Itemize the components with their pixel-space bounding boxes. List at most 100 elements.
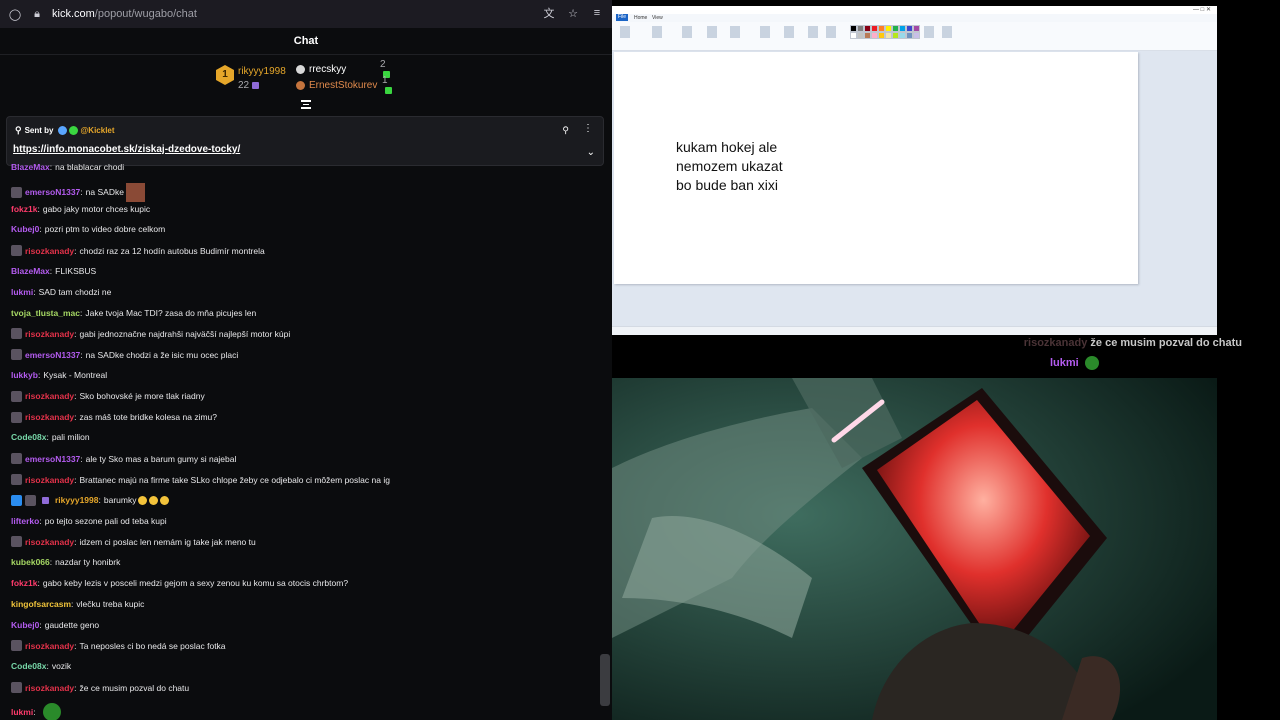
message-username[interactable]: tvoja_tlusta_mac [11, 308, 80, 318]
message-username[interactable]: risozkanady [25, 641, 74, 651]
message-username[interactable]: risozkanady [25, 246, 74, 256]
chat-message[interactable]: risozkanady: gabi jednoznačne najdrahši n… [11, 328, 290, 340]
message-username[interactable]: BlazeMax [11, 266, 50, 276]
bookmark-star-icon[interactable]: ☆ [566, 6, 580, 20]
paint-tool-icon[interactable] [682, 26, 692, 38]
paint-tool-icon[interactable] [620, 26, 630, 38]
message-username[interactable]: fokz1k [11, 578, 37, 588]
message-username[interactable]: kingofsarcasm [11, 599, 71, 609]
color-swatch[interactable] [857, 25, 864, 32]
message-username[interactable]: Kubej0 [11, 224, 39, 234]
paint-tool-icon[interactable] [707, 26, 717, 38]
message-username[interactable]: BlazeMax [11, 162, 50, 172]
color-swatch[interactable] [892, 25, 899, 32]
message-username[interactable]: lukkyb [11, 370, 38, 380]
message-username[interactable]: risozkanady [25, 537, 74, 547]
chat-message[interactable]: Code08x: vozik [11, 661, 71, 671]
color-swatch[interactable] [878, 25, 885, 32]
chat-message[interactable]: kingofsarcasm: vlečku treba kupic [11, 599, 144, 609]
color-swatch[interactable] [864, 25, 871, 32]
paint-tool-icon[interactable] [784, 26, 794, 38]
chat-message[interactable]: risozkanady: zas máš tote bridke kolesa n… [11, 411, 217, 423]
translate-icon[interactable]: 文 [542, 6, 556, 20]
message-username[interactable]: Code08x [11, 432, 46, 442]
chat-message[interactable]: risozkanady: Ta neposles ci bo nedá se po… [11, 640, 226, 652]
color-swatch[interactable] [864, 32, 871, 39]
chat-message[interactable]: emersoN1337: na SADke chodzi a že isic mu… [11, 349, 238, 361]
color-swatch[interactable] [899, 32, 906, 39]
chat-message[interactable]: Kubej0: pozri ptm to video dobre celkom [11, 224, 165, 234]
unpin-icon[interactable]: ⚲ [562, 125, 569, 136]
chat-message[interactable]: risozkanady: chodzi raz za 12 hodín autob… [11, 245, 265, 257]
message-username[interactable]: Code08x [11, 661, 46, 671]
chat-message[interactable]: fokz1k: gabo keby lezis v posceli medzi g… [11, 578, 348, 588]
color-swatch[interactable] [871, 32, 878, 39]
paint-tool-icon[interactable] [730, 26, 740, 38]
chat-message[interactable]: lukmi: [11, 702, 61, 720]
chat-message[interactable]: risozkanady: že ce musim pozval do chatu [11, 682, 189, 693]
color-swatch[interactable] [871, 25, 878, 32]
chat-message[interactable]: BlazeMax: FLIKSBUS [11, 266, 96, 276]
chat-message[interactable]: BlazeMax: na blablacar chodi [11, 162, 124, 172]
leaderboard-second[interactable]: rrecskyy 2 [296, 59, 390, 79]
chat-message[interactable]: lukkyb: Kysak - Montreal [11, 370, 107, 380]
chat-message[interactable]: kubek066: nazdar ty honibrk [11, 557, 120, 567]
chat-message[interactable]: risozkanady: Sko bohovské je more tlak ri… [11, 390, 205, 402]
chat-message[interactable]: Code08x: pali milion [11, 432, 90, 442]
message-username[interactable]: risozkanady [25, 475, 74, 485]
chat-scrollbar[interactable] [600, 654, 610, 706]
message-username[interactable]: Kubej0 [11, 620, 39, 630]
message-username[interactable]: risozkanady [25, 412, 74, 422]
message-username[interactable]: lukmi [11, 287, 33, 297]
message-username[interactable]: emersoN1337 [25, 350, 80, 360]
pinned-message[interactable]: ⚲ Sent by @Kicklet https://info.monacobe… [6, 116, 604, 166]
message-username[interactable]: lifterko [11, 516, 39, 526]
menu-icon[interactable]: ≡ [590, 6, 604, 20]
color-swatch[interactable] [885, 32, 892, 39]
tab-view[interactable]: View [652, 15, 663, 21]
message-username[interactable]: fokz1k [11, 204, 37, 214]
paint-canvas[interactable]: kukam hokej ale nemozem ukazat bo bude b… [614, 52, 1138, 284]
leaderboard-third[interactable]: ErnestStokurev 1 [296, 75, 392, 95]
color-swatch[interactable] [892, 32, 899, 39]
message-username[interactable]: rikyyy1998 [55, 495, 99, 505]
chat-message[interactable]: risozkanady: idzem ci poslac len nemám ig… [11, 536, 256, 548]
paint-tool-icon[interactable] [924, 26, 934, 38]
more-options-icon[interactable]: ⋮ [583, 123, 593, 134]
paint-tool-icon[interactable] [808, 26, 818, 38]
leaderboard-first[interactable]: 1 rikyyy1998 22 [216, 65, 286, 91]
color-swatch[interactable] [906, 25, 913, 32]
chat-message[interactable]: emersoN1337: ale ty Sko mas a barum gumy … [11, 453, 236, 465]
color-swatch[interactable] [857, 32, 864, 39]
paint-tool-icon[interactable] [942, 26, 952, 38]
chat-message[interactable]: tvoja_tlusta_mac: Jake tvoja Mac TDI? zas… [11, 308, 256, 318]
message-username[interactable]: risozkanady [25, 683, 74, 693]
color-swatch[interactable] [899, 25, 906, 32]
paint-tool-icon[interactable] [760, 26, 770, 38]
chat-message[interactable]: risozkanady: Brattanec majú na firme take… [11, 474, 390, 485]
color-swatch[interactable] [906, 32, 913, 39]
chat-message[interactable]: Kubej0: gaudette geno [11, 620, 99, 630]
color-swatch[interactable] [913, 25, 920, 32]
chevron-down-icon[interactable]: ⌄ [587, 147, 595, 158]
color-swatch[interactable] [885, 25, 892, 32]
url-text[interactable]: kick.com/popout/wugabo/chat [52, 8, 197, 20]
paint-tool-icon[interactable] [652, 26, 662, 38]
tab-file[interactable]: File [616, 14, 628, 21]
shield-icon[interactable]: ◯ [8, 7, 22, 21]
paint-tool-icon[interactable] [826, 26, 836, 38]
color-swatch[interactable] [913, 32, 920, 39]
chat-message[interactable]: fokz1k: gabo jaky motor chces kupic [11, 204, 150, 214]
message-username[interactable]: risozkanady [25, 391, 74, 401]
filter-icon[interactable] [301, 100, 311, 109]
chat-message[interactable]: lukmi: SAD tam chodzi ne [11, 287, 111, 297]
color-swatch[interactable] [850, 25, 857, 32]
message-username[interactable]: lukmi [11, 707, 33, 717]
chat-message[interactable]: emersoN1337: na SADke [11, 182, 145, 202]
message-username[interactable]: kubek066 [11, 557, 50, 567]
tab-home[interactable]: Home [634, 15, 647, 21]
chat-message[interactable]: rikyyy1998: barumky [11, 494, 170, 506]
chat-message[interactable]: lifterko: po tejto sezone pali od teba ku… [11, 516, 167, 526]
message-username[interactable]: emersoN1337 [25, 454, 80, 464]
window-controls-icon[interactable]: — □ ✕ [1193, 6, 1211, 13]
